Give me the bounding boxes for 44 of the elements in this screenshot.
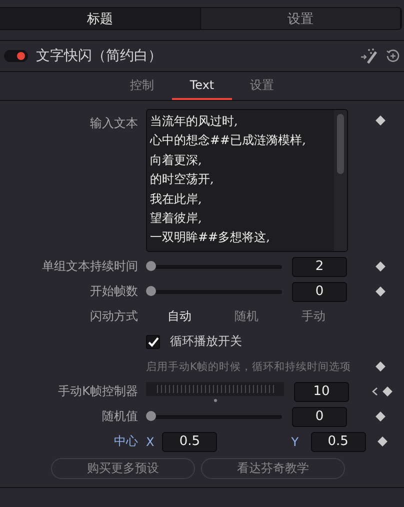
hint-text: 启用手动K帧的时候，循环和持续时间选项 <box>146 360 352 374</box>
value-field[interactable]: 0.5 <box>310 432 366 452</box>
radio-option[interactable]: 自动 <box>146 308 213 325</box>
keyframe-icon[interactable] <box>376 412 386 422</box>
slider-thumb[interactable] <box>146 260 156 270</box>
pill-button[interactable]: 购买更多预设 <box>51 458 195 479</box>
value-field[interactable]: 2 <box>292 256 347 276</box>
slider-thumb[interactable] <box>146 286 156 296</box>
field-label: 开始帧数 <box>90 283 138 300</box>
tab[interactable]: Text <box>172 72 232 100</box>
keyframe-icon[interactable] <box>376 286 386 296</box>
keyframe-icon[interactable] <box>376 262 386 272</box>
field-label: 输入文本 <box>90 115 138 132</box>
chevron-left-icon[interactable] <box>372 387 378 396</box>
axis-label: Y <box>291 434 299 448</box>
field-label: 手动K帧控制器 <box>58 383 138 400</box>
tab[interactable]: 控制 <box>112 72 172 100</box>
value-field[interactable]: 0 <box>292 282 347 302</box>
field-label: 闪动方式 <box>90 308 138 325</box>
keyframe-icon[interactable] <box>377 436 388 446</box>
magic-wand-icon[interactable] <box>360 48 378 64</box>
value-field[interactable]: 0.5 <box>162 432 218 452</box>
tab[interactable]: 标题 <box>0 8 200 29</box>
radio-option[interactable]: 随机 <box>213 308 280 325</box>
value-field[interactable]: 10 <box>294 382 349 402</box>
checkbox-label: 循环播放开关 <box>170 333 242 350</box>
axis-label: X <box>146 434 154 448</box>
checkmark-icon <box>148 336 158 346</box>
keyframe-icon[interactable] <box>376 362 386 372</box>
slider-thumb[interactable] <box>146 410 156 420</box>
field-label: 单组文本持续时间 <box>42 258 138 275</box>
field-label: 中心 <box>114 433 138 450</box>
keyframe-icon[interactable] <box>376 116 386 126</box>
checkbox[interactable] <box>146 334 160 348</box>
pill-button[interactable]: 看达芬奇教学 <box>201 458 345 479</box>
radio-option[interactable]: 手动 <box>280 308 347 325</box>
tab[interactable]: 设置 <box>232 72 292 100</box>
toggle-switch[interactable] <box>4 50 28 62</box>
keyframe-icon[interactable] <box>382 386 392 396</box>
effect-title: 文字快闪（简约白） <box>36 47 163 65</box>
tab[interactable]: 设置 <box>200 8 401 29</box>
field-label: 随机值 <box>102 408 138 425</box>
value-field[interactable]: 0 <box>292 406 347 426</box>
reset-icon[interactable] <box>386 49 400 63</box>
